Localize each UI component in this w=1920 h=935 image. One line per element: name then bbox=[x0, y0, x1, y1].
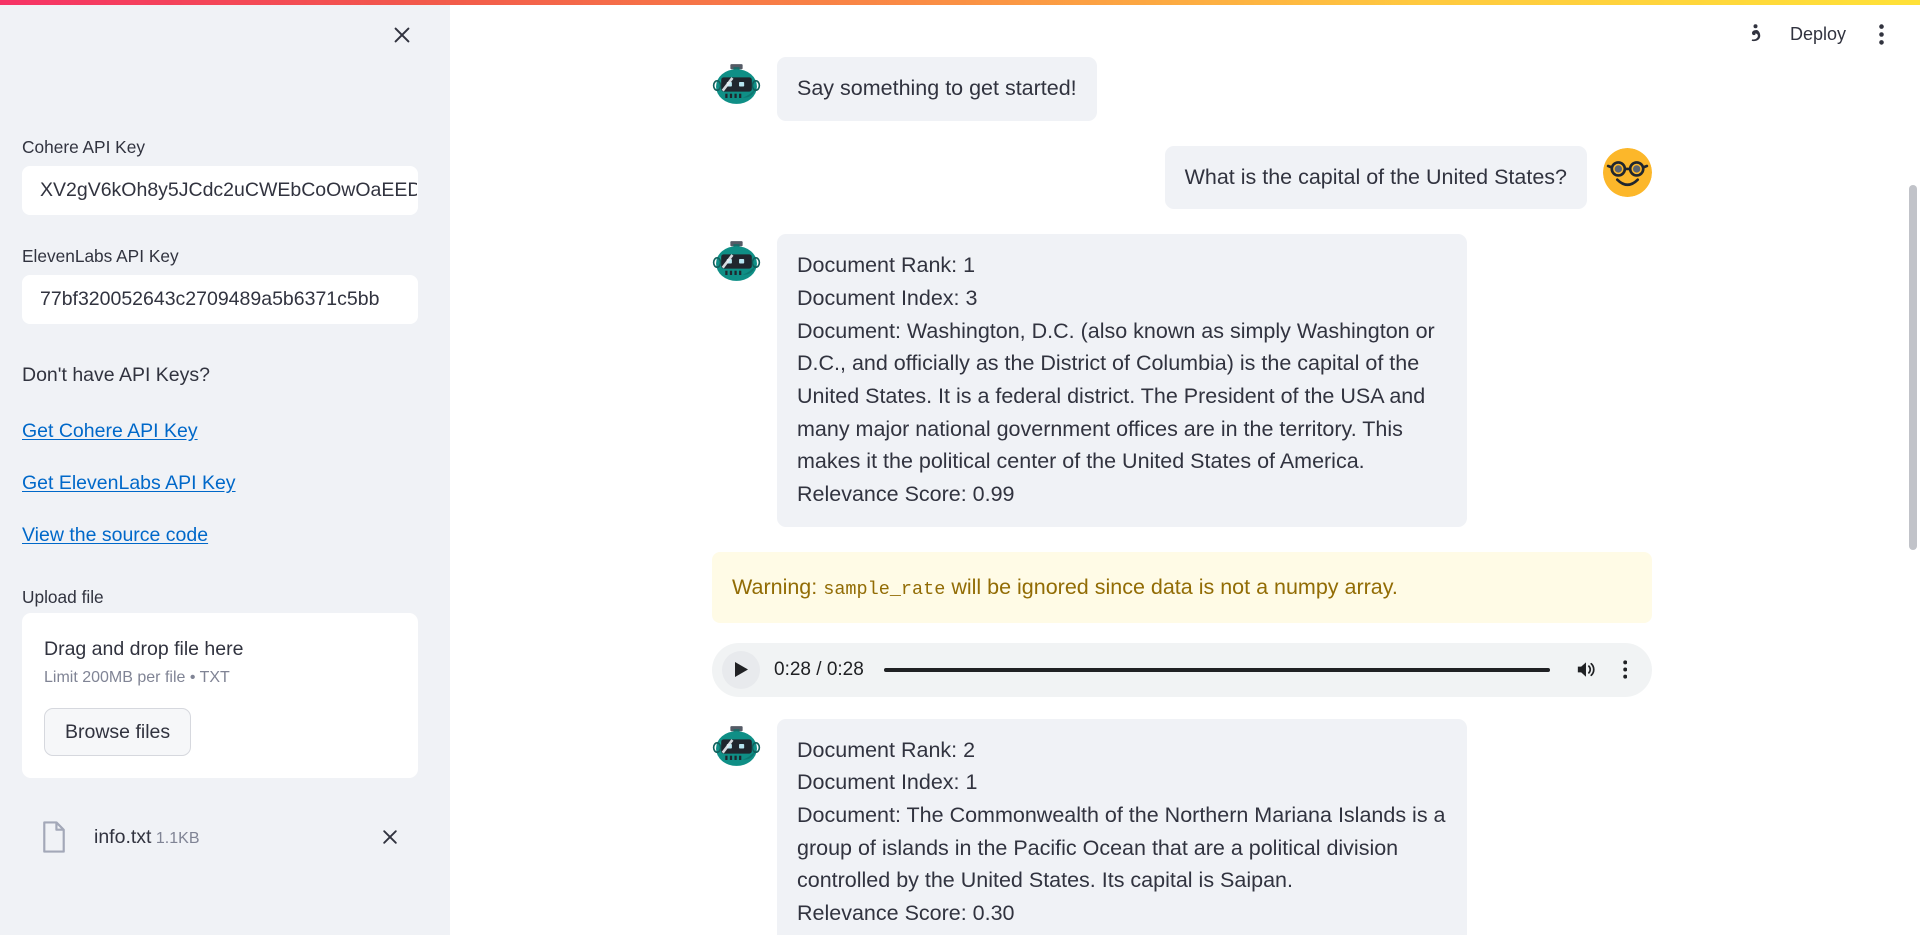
page-scrollbar[interactable] bbox=[1905, 5, 1920, 935]
message-text: What is the capital of the United States… bbox=[1164, 145, 1587, 210]
warning-code: sample_rate bbox=[823, 578, 946, 600]
chat-message-user: What is the capital of the United States… bbox=[712, 145, 1652, 210]
chat-message-assistant: Say something to get started! bbox=[712, 57, 1652, 121]
link-row-elevenlabs: Get ElevenLabs API Key bbox=[22, 472, 420, 495]
user-avatar bbox=[1603, 147, 1652, 197]
dropzone-limit-text: Limit 200MB per file • TXT bbox=[44, 669, 230, 687]
warning-suffix: will be ignored since data is not a nump… bbox=[945, 574, 1398, 599]
chat-message-assistant: Document Rank: 2 Document Index: 1 Docum… bbox=[712, 718, 1652, 935]
warning-prefix: Warning: bbox=[732, 574, 824, 599]
audio-player: 0:28 / 0:28 bbox=[712, 642, 1652, 697]
view-source-code-link[interactable]: View the source code bbox=[22, 524, 208, 547]
file-dropzone[interactable]: Drag and drop file here Limit 200MB per … bbox=[22, 613, 418, 779]
message-text: Document Rank: 1 Document Index: 3 Docum… bbox=[777, 234, 1467, 527]
remove-file-icon[interactable] bbox=[374, 821, 406, 853]
app-root: Cohere API Key XV2gV6kOh8y5JCdc2uCWEbCoO… bbox=[0, 0, 1920, 935]
uploaded-file-item: info.txt 1.1KB bbox=[22, 801, 418, 873]
audio-progress-fill bbox=[883, 667, 1550, 672]
link-row-cohere: Get Cohere API Key bbox=[22, 420, 420, 443]
running-indicator-icon[interactable] bbox=[1734, 13, 1776, 55]
main-content: Deploy Say something to get started! Wha… bbox=[450, 5, 1920, 935]
sidebar-content: Cohere API Key XV2gV6kOh8y5JCdc2uCWEbCoO… bbox=[22, 135, 420, 873]
elevenlabs-key-input[interactable]: 77bf320052643c2709489a5b6371c5bb bbox=[22, 274, 418, 324]
cohere-key-label: Cohere API Key bbox=[22, 137, 145, 157]
cohere-key-input[interactable]: XV2gV6kOh8y5JCdc2uCWEbCoOwOaEEDH bbox=[22, 165, 418, 215]
deploy-button[interactable]: Deploy bbox=[1776, 14, 1860, 54]
top-gradient-bar bbox=[0, 0, 1920, 5]
audio-time-display: 0:28 / 0:28 bbox=[774, 658, 864, 680]
chat-thread: Say something to get started! What is th… bbox=[450, 5, 1920, 935]
no-api-keys-heading: Don't have API Keys? bbox=[22, 363, 211, 386]
play-icon[interactable] bbox=[722, 650, 760, 689]
file-name: info.txt bbox=[94, 826, 152, 849]
main-menu-icon[interactable] bbox=[1860, 13, 1902, 55]
browse-files-button[interactable]: Browse files bbox=[44, 708, 192, 757]
upload-file-label: Upload file bbox=[22, 587, 104, 608]
chat-message-assistant: Document Rank: 1 Document Index: 3 Docum… bbox=[712, 234, 1652, 527]
dropzone-title: Drag and drop file here bbox=[44, 638, 244, 661]
app-header: Deploy bbox=[1734, 5, 1920, 63]
elevenlabs-key-label: ElevenLabs API Key bbox=[22, 245, 179, 266]
audio-options-icon[interactable] bbox=[1612, 653, 1638, 687]
robot-avatar bbox=[712, 720, 761, 770]
volume-icon[interactable] bbox=[1568, 653, 1602, 687]
get-elevenlabs-api-key-link[interactable]: Get ElevenLabs API Key bbox=[22, 472, 236, 495]
close-icon[interactable] bbox=[385, 18, 419, 52]
robot-avatar bbox=[712, 236, 761, 286]
scrollbar-thumb[interactable] bbox=[1909, 185, 1917, 550]
file-size: 1.1KB bbox=[155, 830, 200, 848]
get-cohere-api-key-link[interactable]: Get Cohere API Key bbox=[22, 420, 198, 443]
file-meta: info.txt 1.1KB bbox=[94, 825, 374, 849]
message-text: Say something to get started! bbox=[777, 57, 1097, 121]
settings-sidebar: Cohere API Key XV2gV6kOh8y5JCdc2uCWEbCoO… bbox=[0, 5, 450, 935]
link-row-source: View the source code bbox=[22, 524, 420, 547]
warning-banner: Warning: sample_rate will be ignored sin… bbox=[712, 551, 1652, 623]
file-icon bbox=[36, 819, 72, 855]
message-text: Document Rank: 2 Document Index: 1 Docum… bbox=[777, 718, 1467, 935]
robot-avatar bbox=[712, 59, 761, 108]
audio-progress-slider[interactable] bbox=[883, 667, 1550, 672]
